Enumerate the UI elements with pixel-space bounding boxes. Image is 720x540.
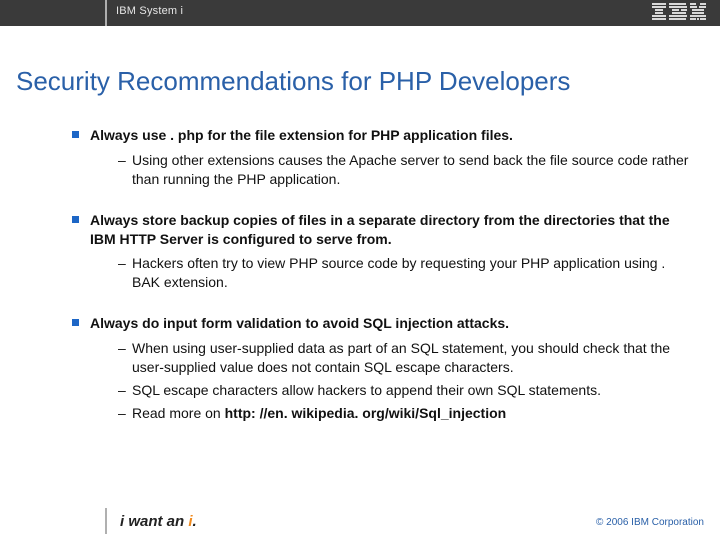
copyright: © 2006 IBM Corporation (596, 517, 704, 528)
content-area: Always use . php for the file extension … (70, 126, 690, 445)
sub-bullet: SQL escape characters allow hackers to a… (118, 381, 690, 400)
top-divider (105, 0, 107, 26)
tagline: i want an i. (120, 513, 197, 530)
bullet-lead: Always do input form validation to avoid… (70, 314, 690, 333)
tagline-prefix: i want an (120, 513, 188, 530)
bullet-lead: Always use . php for the file extension … (70, 126, 690, 145)
bottom-divider (105, 508, 107, 534)
slide: IBM System i (0, 0, 720, 540)
sub-bullet: Read more on http: //en. wikipedia. org/… (118, 404, 690, 423)
sub-bullet: When using user-supplied data as part of… (118, 339, 690, 377)
bullet-lead: Always store backup copies of files in a… (70, 211, 690, 249)
list-item: Always store backup copies of files in a… (70, 211, 690, 293)
tagline-suffix: . (193, 513, 197, 530)
page-title: Security Recommendations for PHP Develop… (16, 66, 570, 97)
sub-list: Hackers often try to view PHP source cod… (70, 254, 690, 292)
ibm-logo-icon (652, 3, 706, 23)
list-item: Always do input form validation to avoid… (70, 314, 690, 422)
product-name: IBM System i (116, 5, 183, 17)
sub-bullet: Hackers often try to view PHP source cod… (118, 254, 690, 292)
list-item: Always use . php for the file extension … (70, 126, 690, 189)
top-bar: IBM System i (0, 0, 720, 26)
sub-bullet: Using other extensions causes the Apache… (118, 151, 690, 189)
sub-list: Using other extensions causes the Apache… (70, 151, 690, 189)
sub-list: When using user-supplied data as part of… (70, 339, 690, 423)
